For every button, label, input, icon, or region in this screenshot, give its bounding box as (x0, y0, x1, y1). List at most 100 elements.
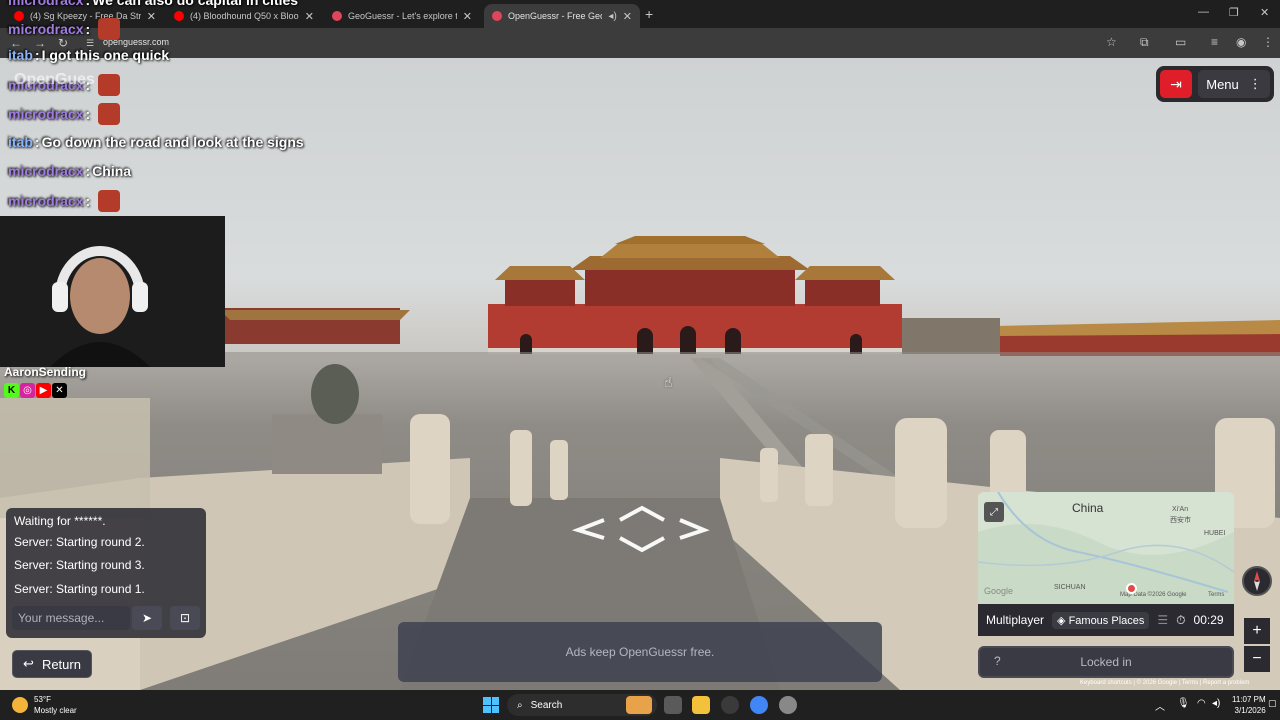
maximize-icon[interactable]: ❐ (1229, 6, 1239, 19)
youtube-favicon-icon (174, 11, 184, 21)
stream-chat-line: microdracx : We can also do capital in c… (8, 0, 298, 8)
guess-pin-icon (1126, 583, 1137, 594)
webcam-feed (0, 216, 225, 367)
map-city-label-cn: 西安市 (1170, 517, 1191, 524)
chat-username: itab (8, 134, 33, 150)
geoguessr-favicon-icon (332, 11, 342, 21)
kick-icon: K (4, 383, 19, 398)
close-tab-icon[interactable]: ✕ (305, 10, 314, 23)
widget-app-icon[interactable] (626, 696, 652, 714)
clock-time: 11:07 PM (1232, 695, 1266, 704)
layers-icon: ◈ (1057, 614, 1066, 627)
stream-chat-line: itab : Go down the road and look at the … (8, 134, 304, 150)
task-view-icon[interactable] (664, 696, 682, 714)
return-button[interactable]: ↩ Return (12, 650, 92, 678)
game-info-bar: Multiplayer ◈ Famous Places ☰ ⏱ 00:29 (978, 604, 1234, 636)
return-arrow-icon: ↩ (23, 656, 34, 671)
search-icon: ⌕ (517, 699, 523, 711)
weather-text: 53°F Mostly clear (34, 694, 77, 716)
menu-label: Menu (1206, 76, 1239, 92)
tray-chevron-icon[interactable]: ︿ (1155, 698, 1165, 713)
guess-minimap[interactable]: ⤢ China Xi'An 西安市 SICHUAN HUBEI Google M… (978, 492, 1234, 604)
chat-username: itab (8, 47, 33, 63)
app-icon[interactable] (721, 696, 739, 714)
bookmark-star-icon[interactable]: ☆ (1106, 35, 1117, 49)
google-footer: Keyboard shortcuts | © 2026 Google | Ter… (1080, 680, 1250, 686)
streamer-socials: AaronSending K ◎ ▶ ✕ (4, 365, 86, 398)
exit-button[interactable]: ⇥ (1160, 70, 1192, 98)
chat-username: microdracx (8, 163, 84, 179)
expand-icon: ⤢ (990, 506, 998, 518)
close-tab-icon[interactable]: ✕ (623, 10, 632, 23)
windows-taskbar: 53°F Mostly clear ⌕ Search ︿ 🎙 ◠ ◂) 11:0… (0, 690, 1280, 720)
streamer-webcam (0, 216, 225, 367)
chat-username: microdracx (8, 193, 84, 209)
close-window-icon[interactable]: ✕ (1260, 6, 1269, 19)
settings-gear-icon[interactable] (779, 696, 797, 714)
emoji-chat-button[interactable]: ⊡ (170, 606, 200, 630)
chat-username: microdracx (8, 0, 84, 8)
close-tab-icon[interactable]: ✕ (147, 10, 156, 23)
cast-icon[interactable]: ▭ (1175, 35, 1186, 49)
start-button[interactable] (483, 697, 499, 713)
stream-chat-line: itab : I got this one quick (8, 47, 170, 63)
zoom-in-button[interactable]: + (1244, 618, 1270, 644)
openguessr-favicon-icon (492, 11, 502, 21)
wifi-icon[interactable]: ◠ (1197, 698, 1206, 709)
system-clock[interactable]: 11:07 PM 3/1/2026 (1232, 694, 1266, 716)
media-icon[interactable]: ≡ (1211, 35, 1218, 49)
weather-temp: 53°F (34, 695, 51, 704)
minimize-icon[interactable]: — (1198, 6, 1209, 18)
return-label: Return (41, 656, 81, 672)
tab-title: (4) Bloodhound Q50 x Bloodhound (190, 11, 299, 21)
volume-icon[interactable]: ◂) (1212, 698, 1220, 709)
map-region-label: HUBEI (1204, 530, 1226, 537)
profile-icon[interactable]: ◉ (1236, 35, 1246, 49)
browser-menu-icon[interactable]: ⋮ (1262, 35, 1274, 49)
chrome-icon[interactable] (750, 696, 768, 714)
chat-bubble-icon: ⊡ (179, 611, 191, 625)
chat-message: Server: Starting round 1. (14, 582, 145, 596)
ad-text: Ads keep OpenGuessr free. (565, 645, 715, 659)
send-button[interactable]: ➤ (132, 606, 162, 630)
zoom-out-button[interactable]: − (1244, 646, 1270, 672)
category-chip: ◈ Famous Places (1052, 611, 1150, 629)
notifications-icon[interactable]: ▢ (1268, 698, 1277, 709)
lock-in-button[interactable]: ? Locked in (978, 646, 1234, 678)
chat-message-input[interactable] (12, 606, 130, 630)
tab-title: GeoGuessr - Let's explore the w (348, 11, 457, 21)
compass-icon[interactable] (1242, 566, 1272, 596)
timer-icon: ⏱ (1176, 612, 1186, 627)
chat-message: Server: Starting round 2. (14, 535, 145, 549)
close-tab-icon[interactable]: ✕ (463, 10, 472, 23)
map-region-label: SICHUAN (1054, 584, 1086, 591)
filter-icon: ☰ (1157, 613, 1169, 627)
chat-message: I got this one quick (41, 47, 170, 63)
browser-tab-4[interactable]: OpenGuessr - Free GeoGue ◂) ✕ (484, 4, 640, 28)
file-explorer-icon[interactable] (692, 696, 710, 714)
weather-desc: Mostly clear (34, 706, 77, 715)
browser-tab-3[interactable]: GeoGuessr - Let's explore the w ✕ (324, 4, 480, 28)
mode-label: Multiplayer (986, 613, 1045, 627)
microphone-icon[interactable]: 🎙 (1177, 698, 1190, 709)
map-terrain (978, 492, 1234, 604)
chat-message: China (92, 163, 132, 179)
expand-map-button[interactable]: ⤢ (984, 502, 1004, 522)
streamer-name: AaronSending (4, 365, 87, 379)
new-tab-button[interactable]: + (645, 6, 653, 22)
map-terms-link[interactable]: Terms (1208, 592, 1224, 598)
menu-button[interactable]: Menu ⋮ (1198, 70, 1270, 98)
ad-banner: Ads keep OpenGuessr free. (398, 622, 882, 682)
instagram-icon: ◎ (20, 383, 35, 398)
emote-icon (98, 190, 121, 212)
stream-chat-line: microdracx : (8, 190, 121, 212)
chat-username: microdracx (8, 21, 84, 37)
weather-moon-icon (12, 697, 28, 713)
help-icon[interactable]: ? (994, 654, 1001, 668)
extensions-icon[interactable]: ⧉ (1140, 35, 1149, 50)
weather-widget[interactable]: 53°F Mostly clear (12, 694, 77, 716)
speaker-icon[interactable]: ◂) (608, 11, 616, 22)
map-city-label: Xi'An (1172, 506, 1189, 513)
hand-cursor-icon: ☝ (664, 374, 673, 390)
emote-icon (98, 74, 121, 96)
